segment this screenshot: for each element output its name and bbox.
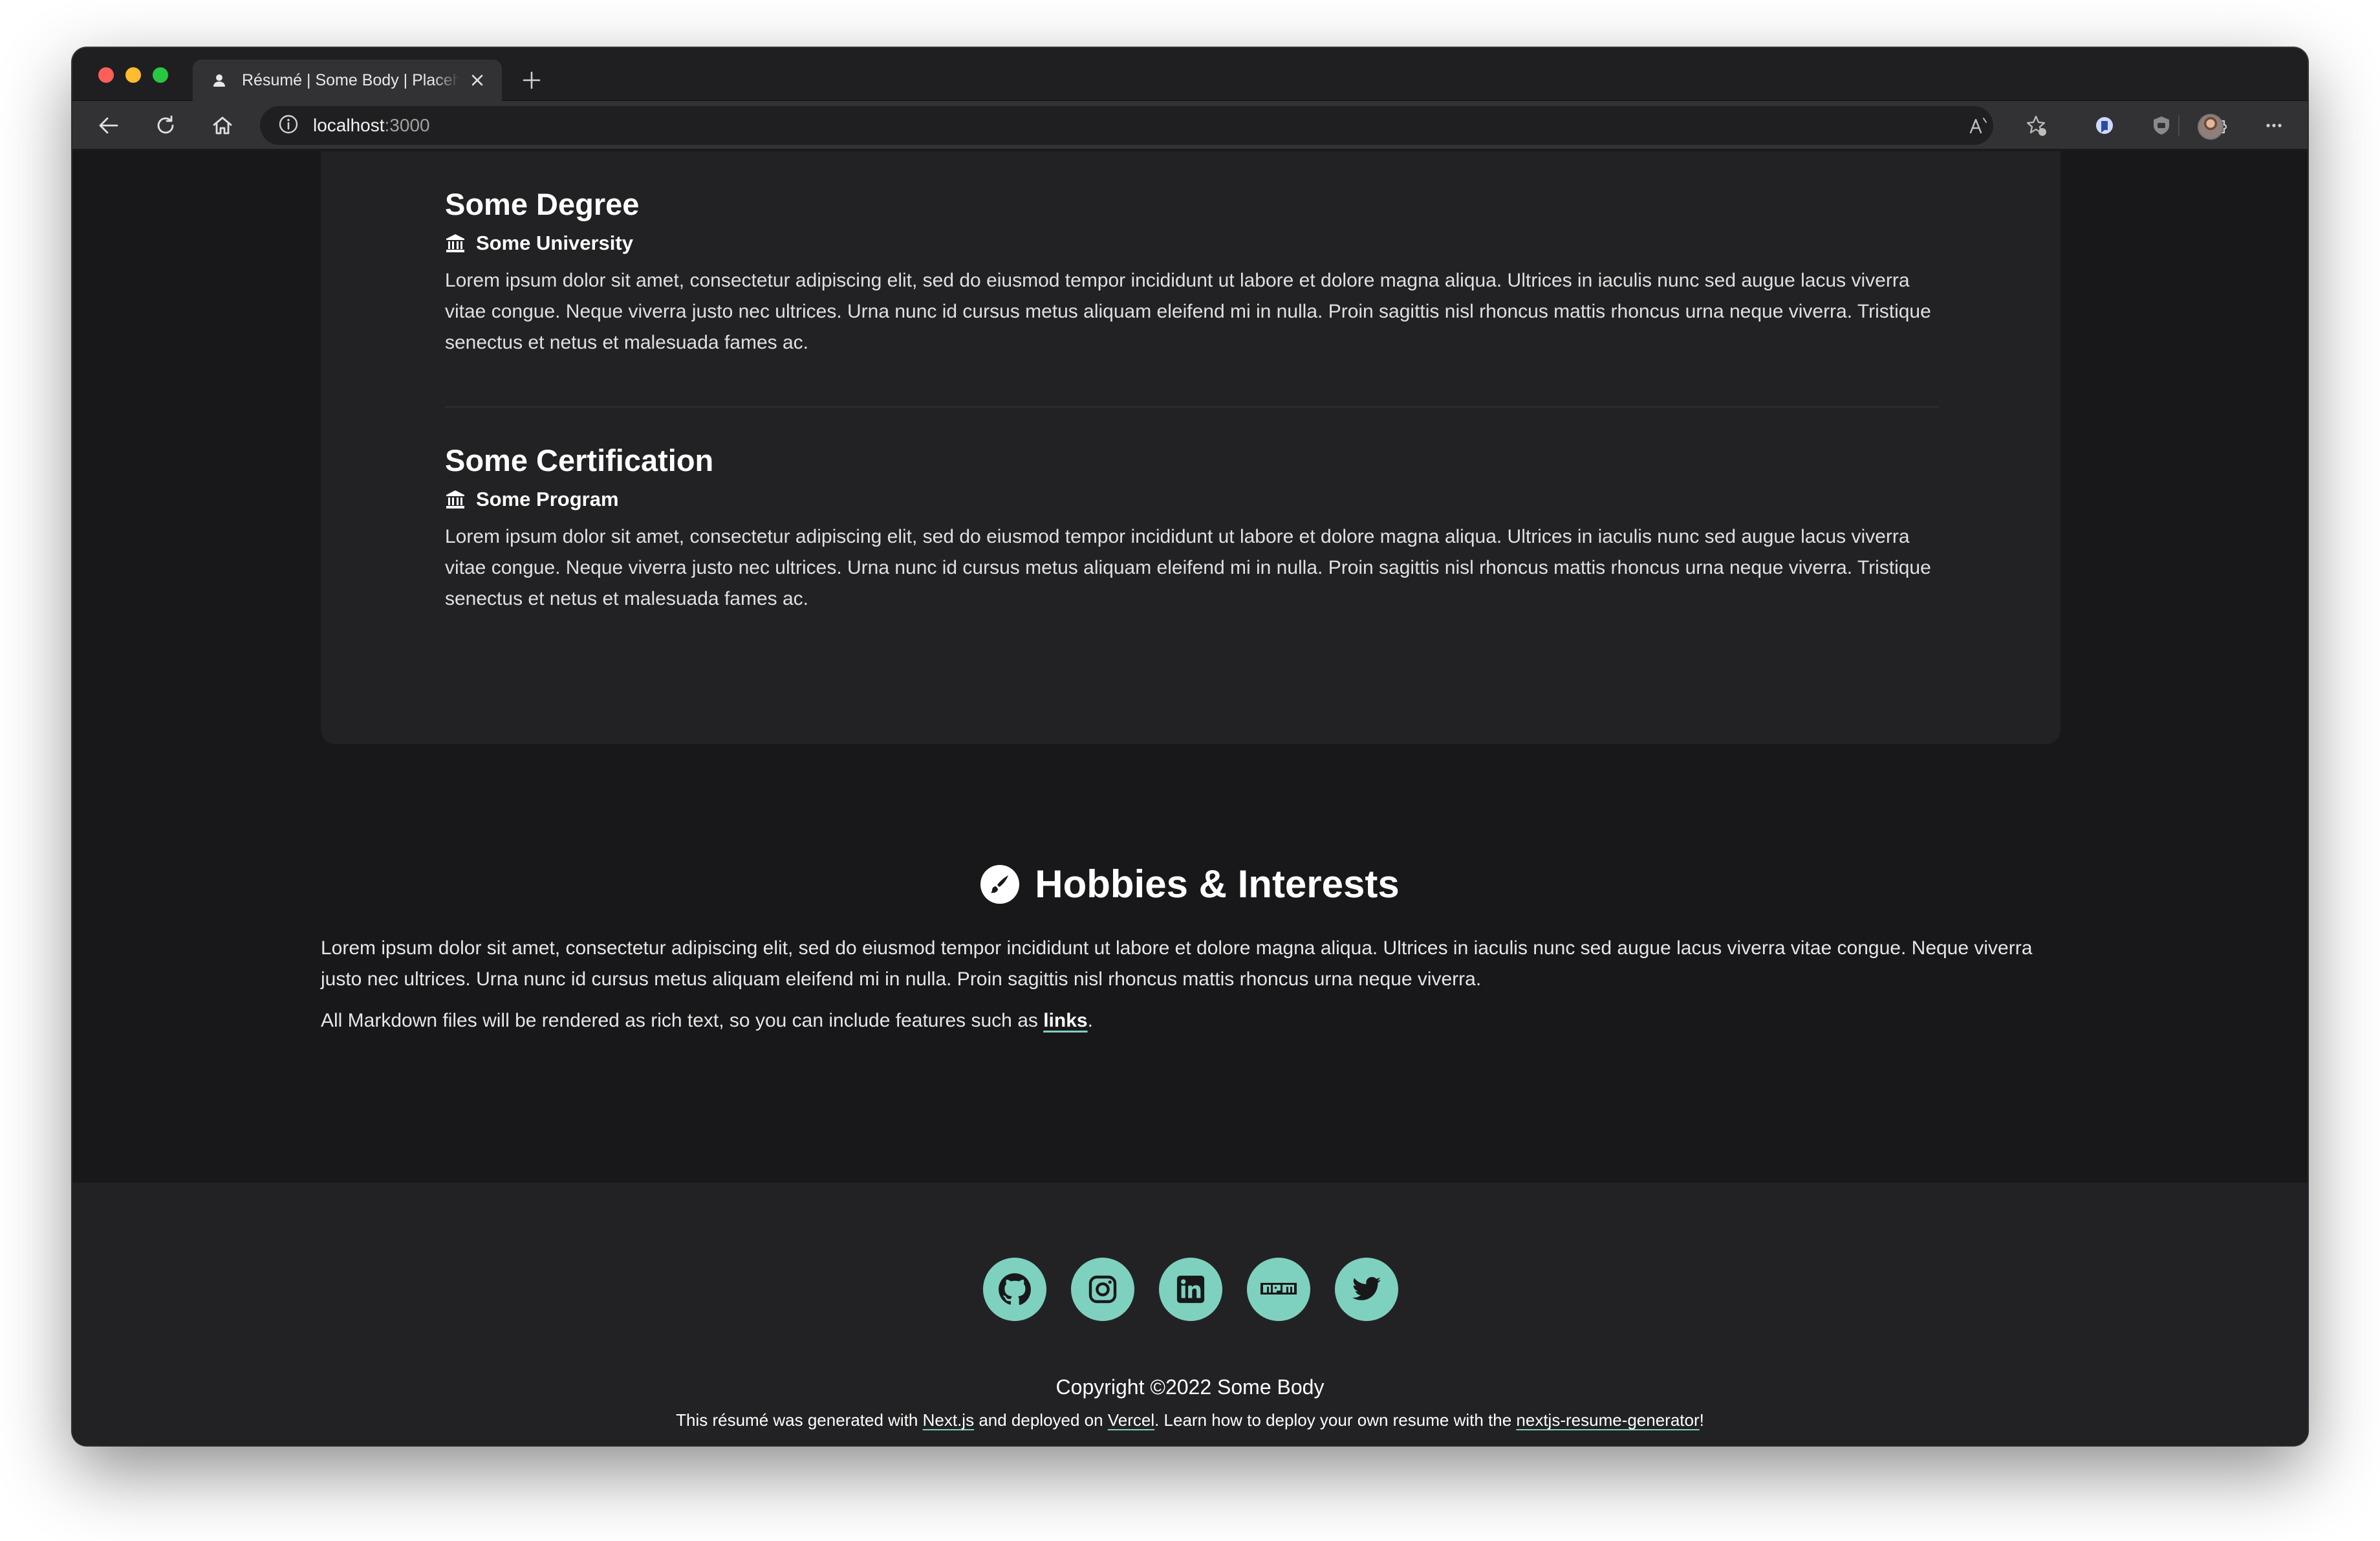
address-bar[interactable]: localhost:3000 [260, 106, 1993, 145]
instagram-icon [1088, 1275, 1117, 1304]
paintbrush-icon [980, 864, 1020, 904]
entry-divider [445, 406, 1939, 408]
person-icon [210, 71, 229, 90]
new-tab-button[interactable] [515, 63, 548, 97]
credits-part: This résumé was generated with [676, 1410, 923, 1430]
markdown-note-suffix: . [1087, 1010, 1093, 1031]
tab-strip: Résumé | Some Body | Placeholder [72, 48, 2308, 101]
tab-title: Résumé | Some Body | Placeholder [242, 71, 459, 89]
shield-icon [2154, 116, 2169, 135]
institution-name: Some Program [476, 488, 619, 510]
reload-icon [157, 115, 174, 134]
extension-1-button[interactable] [2088, 109, 2121, 142]
markdown-note-text: All Markdown files will be rendered as r… [321, 1010, 1044, 1031]
favorite-button[interactable] [2019, 109, 2053, 142]
window-minimize-button[interactable] [125, 67, 141, 83]
browser-window: Résumé | Some Body | Placeholder localho… [72, 48, 2308, 1445]
more-icon [2266, 124, 2282, 127]
education-entry: Some Certification Some Program Lorem ip… [445, 441, 1939, 615]
hobbies-paragraph: Lorem ipsum dolor sit amet, consectetur … [321, 937, 2033, 990]
entry-description: Lorem ipsum dolor sit amet, consectetur … [445, 526, 1931, 609]
info-icon[interactable] [278, 114, 299, 138]
hobbies-body: Lorem ipsum dolor sit amet, consectetur … [321, 933, 2061, 1036]
read-aloud-button[interactable] [1962, 109, 1996, 142]
institution-name: Some University [476, 232, 633, 254]
profile-avatar[interactable] [2198, 114, 2223, 140]
back-button[interactable] [92, 109, 125, 142]
read-aloud-icon [1969, 118, 1987, 134]
linkedin-icon [1176, 1275, 1205, 1304]
toolbar-divider [2178, 115, 2180, 136]
university-icon [445, 489, 466, 510]
extension-icon [2096, 117, 2113, 134]
back-icon [99, 117, 118, 134]
browser-tab[interactable]: Résumé | Some Body | Placeholder [193, 60, 502, 101]
markdown-note: All Markdown files will be rendered as r… [321, 1005, 2061, 1036]
home-button[interactable] [206, 109, 239, 142]
credits-part: . Learn how to deploy your own resume wi… [1154, 1410, 1517, 1430]
reload-button[interactable] [149, 109, 182, 142]
education-card: Some Degree Some University Lorem ipsum … [321, 151, 2061, 744]
entry-title: Some Certification [445, 443, 714, 477]
copyright-text: Copyright ©2022 Some Body [1055, 1375, 1325, 1399]
credits-part: and deployed on [974, 1410, 1108, 1430]
credits-part: ! [1699, 1410, 1704, 1430]
entry-title: Some Degree [445, 187, 640, 221]
instagram-link[interactable] [1071, 1258, 1134, 1321]
footer: Copyright ©2022 Some Body This résumé wa… [72, 1183, 2308, 1445]
browser-toolbar: localhost:3000 [72, 101, 2308, 150]
github-link[interactable] [983, 1258, 1046, 1321]
window-close-button[interactable] [98, 67, 114, 83]
window-maximize-button[interactable] [153, 67, 168, 83]
tab-close-icon[interactable] [466, 69, 489, 92]
url-host: localhost [313, 115, 385, 135]
page-content: Some Degree Some University Lorem ipsum … [72, 151, 2308, 1445]
favorite-icon [2026, 115, 2046, 136]
extension-2-button[interactable] [2145, 109, 2178, 142]
more-button[interactable] [2257, 109, 2291, 142]
links-link[interactable]: links [1043, 1010, 1087, 1031]
credits-text: This résumé was generated with Next.js a… [72, 1410, 2308, 1430]
section-title: Hobbies & Interests [1035, 862, 1400, 906]
entry-institution: Some Program [445, 486, 1939, 512]
plus-icon [523, 71, 541, 89]
home-icon [213, 116, 232, 135]
github-icon [999, 1273, 1031, 1306]
twitter-link[interactable] [1335, 1258, 1398, 1321]
vercel-link[interactable]: Vercel [1108, 1410, 1154, 1430]
generator-link[interactable]: nextjs-resume-generator [1516, 1410, 1699, 1430]
url-port: :3000 [384, 115, 430, 135]
nextjs-link[interactable]: Next.js [923, 1410, 974, 1430]
entry-institution: Some University [445, 230, 1939, 256]
twitter-icon [1352, 1276, 1381, 1300]
entry-description: Lorem ipsum dolor sit amet, consectetur … [445, 270, 1931, 353]
npm-link[interactable] [1247, 1258, 1310, 1321]
npm-icon [1260, 1283, 1297, 1295]
linkedin-link[interactable] [1159, 1258, 1222, 1321]
university-icon [445, 233, 466, 254]
hobbies-heading: Hobbies & Interests [72, 862, 2308, 906]
education-entry: Some Degree Some University Lorem ipsum … [445, 185, 1939, 358]
